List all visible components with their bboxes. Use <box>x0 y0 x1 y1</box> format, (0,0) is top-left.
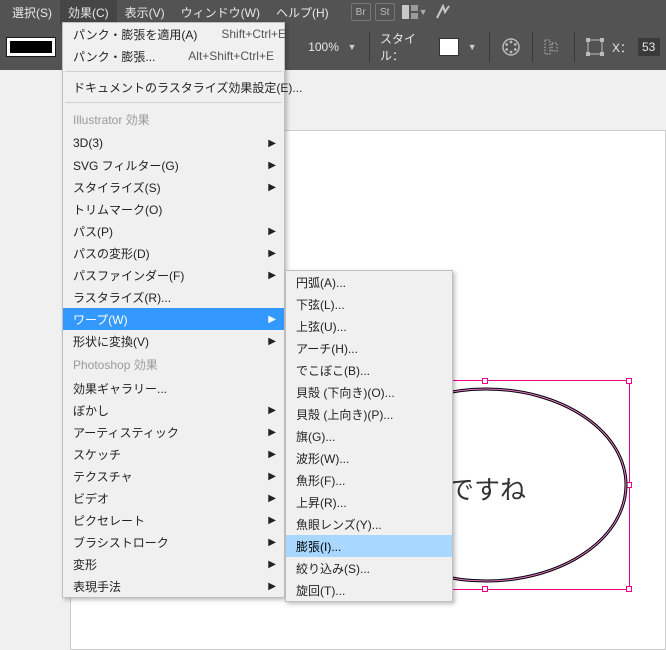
warp-rise[interactable]: 上昇(R)... <box>286 491 452 513</box>
bridge-icon[interactable]: Br <box>351 3 371 21</box>
zoom-value[interactable]: 100% <box>308 40 339 54</box>
stock-icon[interactable]: St <box>375 3 395 21</box>
menu-view[interactable]: 表示(V) <box>117 0 173 25</box>
submenu-arrow-icon: ▶ <box>268 559 276 570</box>
menu-document-raster-settings[interactable]: ドキュメントのラスタライズ効果設定(E)... <box>63 76 284 98</box>
canvas-text[interactable]: ですね <box>448 470 526 507</box>
menu-artistic[interactable]: アーティスティック▶ <box>63 421 284 443</box>
menu-apply-last-effect[interactable]: パンク・膨張を適用(A)Shift+Ctrl+E <box>63 23 284 45</box>
submenu-arrow-icon: ▶ <box>268 182 276 193</box>
x-label: X： <box>612 39 632 56</box>
submenu-arrow-icon: ▶ <box>268 270 276 281</box>
submenu-arrow-icon: ▶ <box>268 515 276 526</box>
submenu-arrow-icon: ▶ <box>268 226 276 237</box>
submenu-arrow-icon: ▶ <box>268 336 276 347</box>
submenu-arrow-icon: ▶ <box>268 493 276 504</box>
menu-stylize-ps[interactable]: 表現手法▶ <box>63 575 284 597</box>
menu-brush-strokes[interactable]: ブラシストローク▶ <box>63 531 284 553</box>
warp-fisheye[interactable]: 魚眼レンズ(Y)... <box>286 513 452 535</box>
menu-select[interactable]: 選択(S) <box>4 0 60 25</box>
warp-flag[interactable]: 旗(G)... <box>286 425 452 447</box>
stroke-swatch[interactable] <box>6 37 56 57</box>
submenu-arrow-icon: ▶ <box>268 537 276 548</box>
menu-last-effect[interactable]: パンク・膨張...Alt+Shift+Ctrl+E <box>63 45 284 67</box>
warp-arc-upper[interactable]: 上弦(U)... <box>286 315 452 337</box>
align-icon[interactable] <box>542 35 563 59</box>
section-photoshop-effects: Photoshop 効果 <box>63 352 284 377</box>
menu-texture[interactable]: テクスチャ▶ <box>63 465 284 487</box>
warp-shell-lower[interactable]: 貝殻 (下向き)(O)... <box>286 381 452 403</box>
transform-icon[interactable] <box>585 35 606 59</box>
warp-submenu: 円弧(A)... 下弦(L)... 上弦(U)... アーチ(H)... でこぼ… <box>285 270 453 602</box>
submenu-arrow-icon: ▶ <box>268 449 276 460</box>
warp-arc-lower[interactable]: 下弦(L)... <box>286 293 452 315</box>
x-value[interactable]: 53 <box>638 38 660 56</box>
submenu-arrow-icon: ▶ <box>268 160 276 171</box>
style-dropdown-icon[interactable]: ▼ <box>465 42 479 52</box>
warp-shell-upper[interactable]: 貝殻 (上向き)(P)... <box>286 403 452 425</box>
warp-fish[interactable]: 魚形(F)... <box>286 469 452 491</box>
menu-pixelate[interactable]: ピクセレート▶ <box>63 509 284 531</box>
arrange-documents-icon[interactable] <box>399 1 421 23</box>
gpu-icon[interactable] <box>432 1 454 23</box>
menu-sketch[interactable]: スケッチ▶ <box>63 443 284 465</box>
style-label: スタイル： <box>380 30 433 64</box>
submenu-arrow-icon: ▶ <box>268 138 276 149</box>
menu-3d[interactable]: 3D(3)▶ <box>63 132 284 154</box>
menu-effect[interactable]: 効果(C) <box>60 0 117 25</box>
menu-stylize[interactable]: スタイライズ(S)▶ <box>63 176 284 198</box>
warp-inflate[interactable]: 膨張(I)... <box>286 535 452 557</box>
submenu-arrow-icon: ▶ <box>268 471 276 482</box>
zoom-dropdown-icon[interactable]: ▼ <box>345 42 359 52</box>
menu-video[interactable]: ビデオ▶ <box>63 487 284 509</box>
menu-distort-ps[interactable]: 変形▶ <box>63 553 284 575</box>
submenu-arrow-icon: ▶ <box>268 581 276 592</box>
warp-twist[interactable]: 旋回(T)... <box>286 579 452 601</box>
menu-window[interactable]: ウィンドウ(W) <box>173 0 268 25</box>
menu-effect-gallery[interactable]: 効果ギャラリー... <box>63 377 284 399</box>
submenu-arrow-icon: ▶ <box>268 427 276 438</box>
menu-distort-transform[interactable]: パスの変形(D)▶ <box>63 242 284 264</box>
recolor-icon[interactable] <box>500 35 521 59</box>
menubar: 選択(S) 効果(C) 表示(V) ウィンドウ(W) ヘルプ(H) Br St … <box>0 0 666 24</box>
warp-arch[interactable]: アーチ(H)... <box>286 337 452 359</box>
menu-path[interactable]: パス(P)▶ <box>63 220 284 242</box>
menu-warp[interactable]: ワープ(W)▶ <box>63 308 284 330</box>
effect-menu: パンク・膨張を適用(A)Shift+Ctrl+E パンク・膨張...Alt+Sh… <box>62 22 285 598</box>
warp-arc[interactable]: 円弧(A)... <box>286 271 452 293</box>
submenu-arrow-icon: ▶ <box>268 314 276 325</box>
menu-svg-filters[interactable]: SVG フィルター(G)▶ <box>63 154 284 176</box>
graphic-style-swatch[interactable] <box>439 38 459 56</box>
warp-wave[interactable]: 波形(W)... <box>286 447 452 469</box>
menu-pathfinder[interactable]: パスファインダー(F)▶ <box>63 264 284 286</box>
menu-crop-marks[interactable]: トリムマーク(O) <box>63 198 284 220</box>
menu-blur[interactable]: ぼかし▶ <box>63 399 284 421</box>
warp-squeeze[interactable]: 絞り込み(S)... <box>286 557 452 579</box>
section-illustrator-effects: Illustrator 効果 <box>63 107 284 132</box>
menu-help[interactable]: ヘルプ(H) <box>268 0 337 25</box>
menu-convert-to-shape[interactable]: 形状に変換(V)▶ <box>63 330 284 352</box>
menu-rasterize[interactable]: ラスタライズ(R)... <box>63 286 284 308</box>
warp-bulge[interactable]: でこぼこ(B)... <box>286 359 452 381</box>
submenu-arrow-icon: ▶ <box>268 405 276 416</box>
submenu-arrow-icon: ▶ <box>268 248 276 259</box>
